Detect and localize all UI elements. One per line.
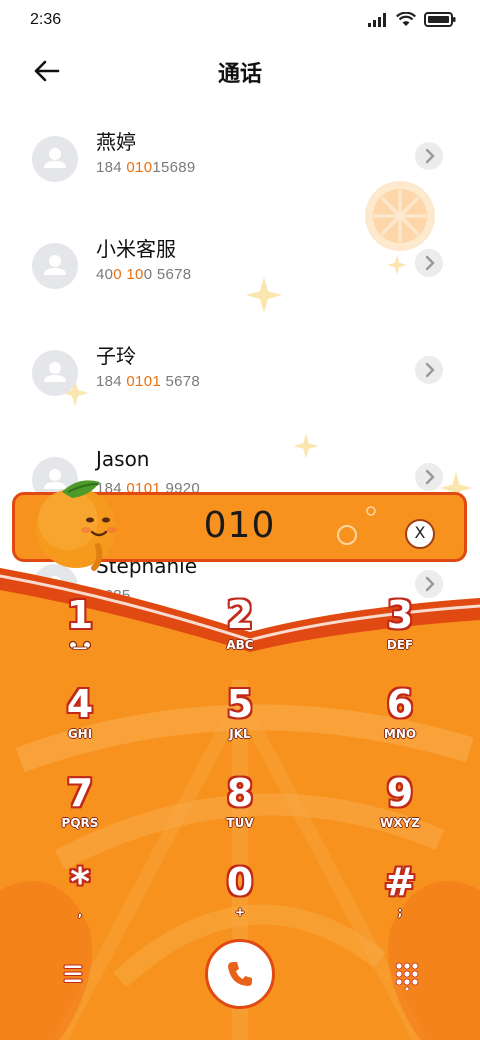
contact-number: 184 0101 5678 — [96, 373, 201, 390]
contact-name: 燕婷 — [96, 130, 136, 154]
key-6[interactable]: 6 MNO — [350, 683, 450, 763]
key-star[interactable]: * , — [30, 861, 130, 941]
key-8[interactable]: 8 TUV — [190, 772, 290, 852]
key-5[interactable]: 5 JKL — [190, 683, 290, 763]
chevron-right-icon[interactable] — [415, 463, 443, 491]
contact-row[interactable]: 小米客服 400 100 5678 — [0, 229, 480, 319]
chevron-right-icon[interactable] — [415, 249, 443, 277]
key-2[interactable]: 2 ABC — [190, 594, 290, 674]
clear-icon: X — [414, 523, 426, 542]
key-7[interactable]: 7 PQRS — [30, 772, 130, 852]
avatar — [32, 350, 78, 396]
keypad-grid-icon[interactable] — [392, 960, 422, 990]
bubble-decoration — [366, 506, 376, 516]
key-hash[interactable]: # ; — [350, 861, 450, 941]
page-title: 通话 — [217, 62, 262, 87]
contact-name: 小米客服 — [96, 237, 176, 261]
contact-number: 400 100 5678 — [96, 266, 192, 283]
wifi-icon — [396, 12, 416, 26]
contact-name: 子玲 — [96, 344, 136, 368]
status-bar: 2:36 — [0, 0, 480, 40]
avatar — [32, 243, 78, 289]
voicemail-icon — [68, 640, 92, 650]
header: 通话 — [0, 44, 480, 100]
contact-row[interactable]: 子玲 184 0101 5678 — [0, 336, 480, 426]
key-1[interactable]: 1 — [30, 594, 130, 674]
call-button[interactable] — [205, 939, 275, 1009]
clear-button[interactable]: X — [405, 519, 435, 549]
key-4[interactable]: 4 GHI — [30, 683, 130, 763]
key-0[interactable]: 0 + — [190, 861, 290, 941]
bubble-decoration — [337, 525, 357, 545]
contact-number: 184 01015689 — [96, 159, 196, 176]
key-9[interactable]: 9 WXYZ — [350, 772, 450, 852]
chevron-right-icon[interactable] — [415, 142, 443, 170]
key-3[interactable]: 3 DEF — [350, 594, 450, 674]
menu-icon[interactable] — [58, 960, 90, 988]
status-time: 2:36 — [30, 11, 62, 28]
contact-row[interactable]: 燕婷 184 01015689 — [0, 122, 480, 212]
contact-name: Jason — [96, 447, 150, 471]
phone-icon — [228, 962, 252, 986]
chevron-right-icon[interactable] — [415, 356, 443, 384]
signal-icon — [368, 12, 386, 27]
avatar — [32, 136, 78, 182]
orange-mascot — [36, 480, 117, 571]
battery-icon — [424, 12, 456, 27]
